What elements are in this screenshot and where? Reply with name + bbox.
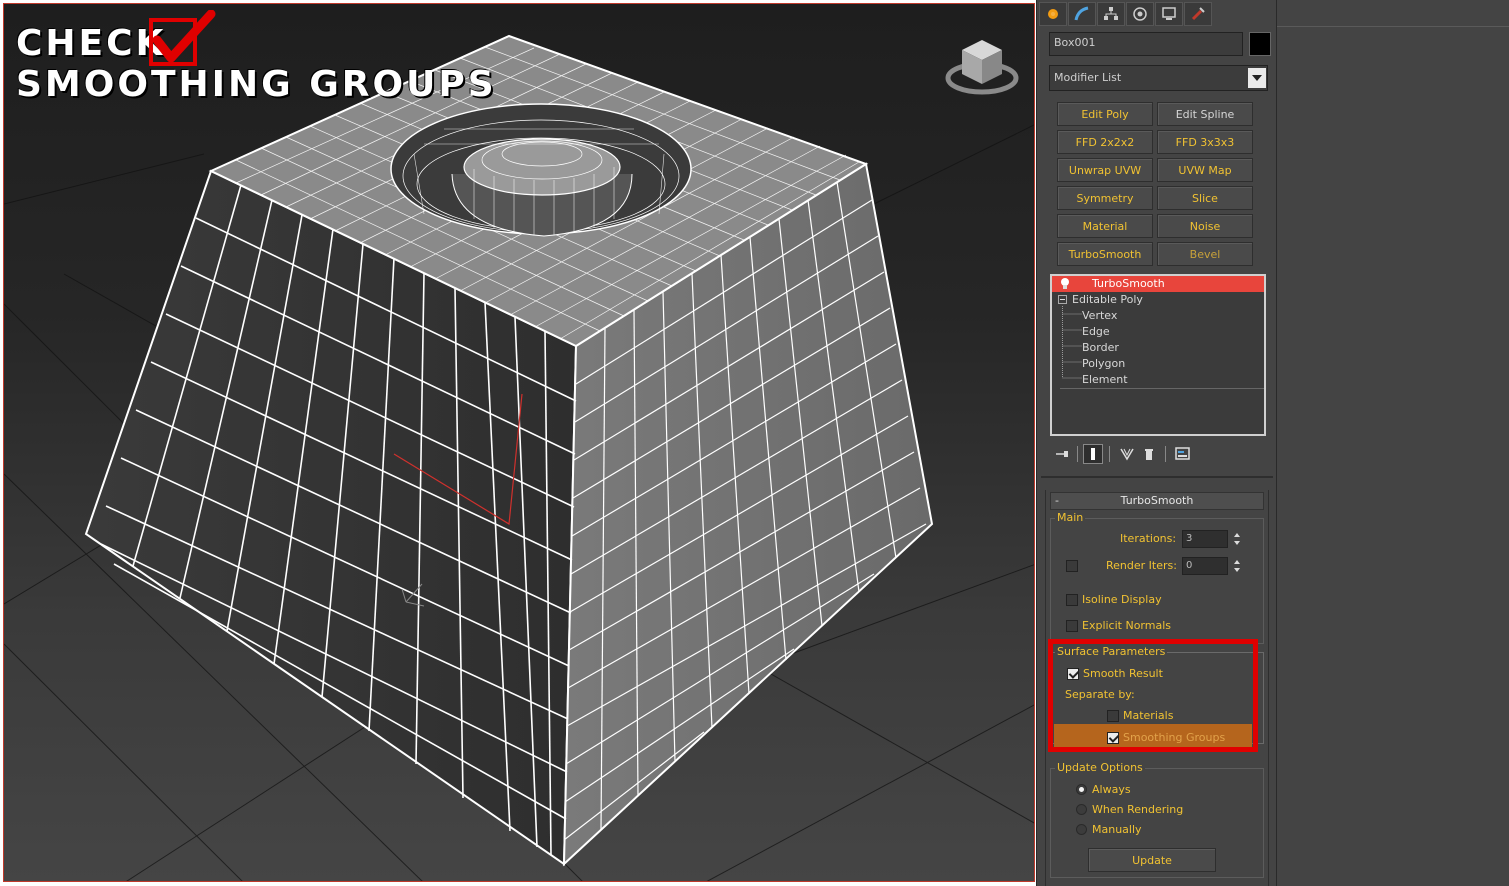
stack-item-turbosmooth[interactable]: TurboSmooth [1052,276,1264,292]
panel-divider [1041,476,1273,478]
ffd-2x2x2-button[interactable]: FFD 2x2x2 [1057,130,1153,154]
isoline-display-label: Isoline Display [1082,593,1162,606]
stack-divider [1060,388,1264,389]
object-color-swatch[interactable] [1249,32,1271,56]
toolbar-separator [1077,446,1078,462]
bevel-button[interactable]: Bevel [1157,242,1253,266]
edit-spline-button[interactable]: Edit Spline [1157,102,1253,126]
perspective-viewport[interactable]: CHECK SMOOTHING GROUPS [3,3,1035,882]
update-options-title: Update Options [1055,761,1145,774]
noise-button[interactable]: Noise [1157,214,1253,238]
update-manually-radio[interactable] [1076,824,1087,835]
show-end-result-icon[interactable] [1083,444,1103,464]
unwrap-uvw-button[interactable]: Unwrap UVW [1057,158,1153,182]
update-always-radio[interactable] [1076,784,1087,795]
turbosmooth-rollout-header[interactable]: - TurboSmooth [1050,492,1264,510]
toolbar-separator [1165,446,1166,462]
render-iters-label: Render Iters: [1106,559,1177,572]
lightbulb-icon[interactable] [1060,277,1070,290]
ffd-3x3x3-button[interactable]: FFD 3x3x3 [1157,130,1253,154]
configure-modifier-sets-icon[interactable] [1173,444,1193,464]
hierarchy-tab-icon[interactable] [1097,2,1125,26]
modify-tab-icon[interactable] [1068,2,1096,26]
rollout-collapse-icon[interactable]: - [1055,493,1059,509]
main-group-title: Main [1055,511,1086,524]
uvw-map-button[interactable]: UVW Map [1157,158,1253,182]
overlay-title-check: CHECK [16,23,167,64]
render-iters-checkbox[interactable] [1066,560,1078,572]
object-name-field[interactable]: Box001 [1049,32,1243,56]
rollout-title: TurboSmooth [1120,494,1194,507]
iterations-spinner[interactable]: 3 [1182,530,1228,548]
viewport-scene [4,34,1034,881]
iterations-spinner-arrows-icon[interactable] [1232,530,1242,548]
isoline-display-checkbox[interactable] [1066,594,1078,606]
pin-stack-icon[interactable] [1053,444,1073,464]
stack-item-border[interactable]: Border [1052,340,1264,356]
stack-item-turbosmooth-label: TurboSmooth [1092,277,1165,290]
collapse-minus-icon[interactable] [1058,295,1067,304]
stack-item-vertex[interactable]: Vertex [1052,308,1264,324]
update-when-rendering-label: When Rendering [1092,803,1184,816]
overlay-title-smoothing-groups: SMOOTHING GROUPS [16,64,497,105]
red-check-box-icon [149,10,216,66]
red-highlight-box [1048,639,1258,752]
command-panel-tabs [1039,2,1212,26]
stack-item-polygon[interactable]: Polygon [1052,356,1264,372]
stack-item-edge[interactable]: Edge [1052,324,1264,340]
iterations-label: Iterations: [1120,532,1177,545]
update-when-rendering-radio[interactable] [1076,804,1087,815]
update-manually-label: Manually [1092,823,1142,836]
update-always-label: Always [1092,783,1131,796]
symmetry-button[interactable]: Symmetry [1057,186,1153,210]
turbosmooth-button[interactable]: TurboSmooth [1057,242,1153,266]
modifier-stack[interactable]: TurboSmooth Editable Poly Vertex Edge Bo… [1050,274,1266,436]
box001-model [84,34,934,867]
stack-item-element[interactable]: Element [1052,372,1264,388]
viewcube-icon[interactable] [942,32,1022,102]
render-iters-spinner-arrows-icon[interactable] [1232,557,1242,575]
edit-poly-button[interactable]: Edit Poly [1057,102,1153,126]
render-iters-spinner[interactable]: 0 [1182,557,1228,575]
slice-button[interactable]: Slice [1157,186,1253,210]
material-button[interactable]: Material [1057,214,1153,238]
model-crater [390,103,692,237]
modifier-list-dropdown[interactable]: Modifier List [1049,65,1268,91]
update-button[interactable]: Update [1088,848,1216,872]
right-area-divider [1277,26,1509,27]
motion-tab-icon[interactable] [1126,2,1154,26]
make-unique-icon[interactable] [1117,444,1137,464]
chevron-down-icon[interactable] [1248,68,1266,88]
remove-modifier-icon[interactable] [1139,444,1159,464]
explicit-normals-label: Explicit Normals [1082,619,1171,632]
stack-toolbar [1053,442,1263,466]
toolbar-separator [1109,446,1110,462]
modifier-list-label: Modifier List [1054,71,1122,84]
right-empty-area [1277,0,1509,886]
create-tab-icon[interactable] [1039,2,1067,26]
display-tab-icon[interactable] [1155,2,1183,26]
explicit-normals-checkbox[interactable] [1066,620,1078,632]
command-panel: Box001 Modifier List Edit Poly Edit Spli… [1036,0,1277,886]
utilities-tab-icon[interactable] [1184,2,1212,26]
